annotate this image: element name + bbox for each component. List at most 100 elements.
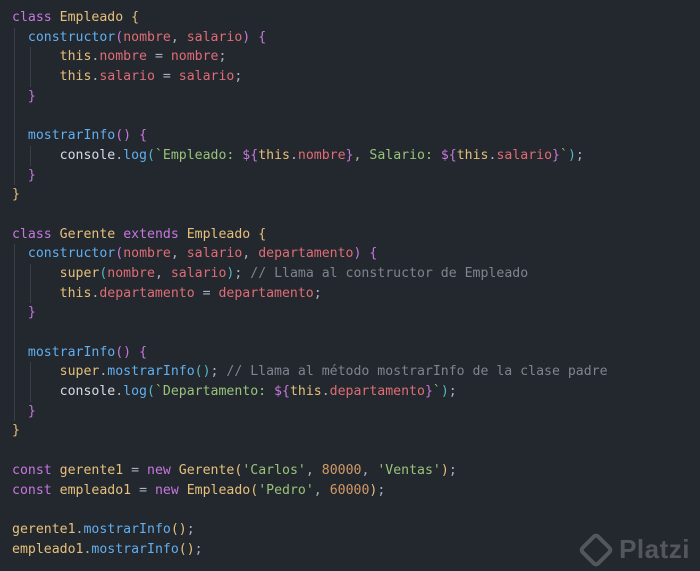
indent-guide — [30, 145, 31, 166]
log-method: log — [123, 147, 147, 163]
param: nombre — [123, 29, 171, 45]
variable-name: empleado1 — [59, 482, 132, 498]
template-string: , Salario: — [353, 147, 441, 163]
keyword-class: class — [12, 10, 52, 25]
indent-guide — [30, 283, 31, 304]
code-line-14: super(nombre, salario); // Llama al cons… — [12, 263, 700, 284]
indent-guide — [30, 47, 31, 68]
code-line-5: } — [12, 86, 700, 107]
method-name: mostrarInfo — [27, 344, 116, 360]
code-line-20: console.log(`Departamento: ${this.depart… — [12, 382, 700, 402]
property: nombre — [99, 49, 147, 65]
value: salario — [178, 69, 235, 85]
class-name: Gerente — [178, 462, 235, 478]
value: nombre — [170, 49, 219, 65]
code-line-15: this.departamento = departamento; — [12, 283, 700, 304]
indent-guide — [14, 342, 15, 363]
indent-guide — [14, 283, 15, 304]
parent-class-name: Empleado — [186, 226, 251, 242]
keyword-const: const — [12, 482, 52, 498]
indent-guide — [30, 382, 31, 402]
value: departamento — [218, 285, 314, 301]
code-line-3: this.nombre = nombre; — [12, 47, 700, 68]
watermark-text: Platzi — [619, 534, 690, 564]
code-line-24: const gerente1 = new Gerente('Carlos', 8… — [12, 462, 457, 478]
brace: { — [369, 246, 378, 262]
indent-guide — [14, 303, 15, 323]
variable-name: empleado1 — [12, 541, 84, 557]
code-line-4: this.salario = salario; — [12, 67, 700, 87]
indent-guide — [14, 126, 15, 146]
code-block[interactable]: class Empleado { constructor(nombre, sal… — [12, 8, 700, 559]
number-arg: 60000 — [329, 482, 370, 498]
indent-guide — [14, 86, 15, 107]
keyword-extends: extends — [123, 226, 179, 242]
brace: { — [139, 128, 148, 144]
code-line-6 — [12, 106, 700, 127]
brace: } — [27, 305, 36, 321]
argument: nombre — [107, 265, 155, 281]
class-name: Empleado — [59, 10, 124, 25]
param: salario — [186, 246, 243, 262]
method-name: mostrarInfo — [27, 128, 116, 144]
param: departamento — [258, 246, 354, 262]
method-call: mostrarInfo — [83, 521, 171, 537]
comment: // Llama al constructor de Empleado — [250, 265, 529, 281]
keyword-const: const — [12, 462, 52, 478]
indent-guide — [30, 263, 31, 284]
string-arg: 'Carlos' — [242, 462, 306, 478]
method-name: constructor — [27, 246, 116, 262]
keyword-class: class — [12, 226, 52, 242]
template-string: ` — [432, 384, 441, 400]
code-editor[interactable]: class Empleado { constructor(nombre, sal… — [0, 0, 700, 571]
indent-guide — [14, 67, 15, 87]
this-keyword: this — [258, 147, 290, 163]
string-arg: 'Ventas' — [377, 462, 441, 478]
param: nombre — [123, 246, 171, 262]
brace: } — [27, 403, 36, 419]
indent-guide — [14, 27, 15, 48]
template-string: ` — [559, 147, 568, 163]
code-line-1: class Empleado { — [12, 8, 700, 28]
string-arg: 'Pedro' — [258, 482, 314, 498]
code-line-10: } — [12, 185, 700, 205]
platzi-logo-icon — [577, 531, 615, 568]
argument: salario — [170, 265, 227, 281]
method-call: mostrarInfo — [107, 364, 195, 380]
param: salario — [186, 29, 243, 45]
log-method: log — [123, 384, 147, 400]
brace: } — [27, 88, 36, 104]
code-line-2: constructor(nombre, salario) { — [12, 27, 700, 48]
variable-name: gerente1 — [12, 521, 76, 537]
console-object: console — [59, 147, 116, 163]
class-name: Gerente — [59, 226, 116, 242]
variable-name: gerente1 — [59, 462, 124, 478]
indent-guide — [14, 401, 15, 422]
template-string: `Departamento: — [154, 384, 275, 400]
template-string: `Empleado: — [154, 147, 243, 163]
method-name: constructor — [27, 29, 116, 45]
code-line-13: constructor(nombre, salario, departament… — [12, 244, 700, 264]
brace: { — [131, 10, 140, 25]
this-keyword: this — [59, 49, 92, 65]
property: salario — [99, 69, 155, 85]
number-arg: 80000 — [321, 462, 362, 478]
code-line-8: console.log(`Empleado: ${this.nombre}, S… — [12, 145, 700, 166]
indent-guide — [14, 362, 15, 383]
keyword-new: new — [154, 482, 179, 498]
code-line-22: } — [12, 421, 700, 441]
code-line-17 — [12, 323, 700, 343]
indent-guide — [14, 145, 15, 166]
brace: { — [258, 226, 267, 242]
super-keyword: super — [59, 364, 100, 380]
indent-guide — [30, 67, 31, 87]
property: departamento — [329, 384, 425, 400]
code-line-7: mostrarInfo() { — [12, 126, 700, 146]
indent-guide — [14, 244, 15, 264]
indent-guide — [30, 362, 31, 383]
console-object: console — [59, 384, 116, 400]
code-line-12: class Gerente extends Empleado { — [12, 225, 700, 245]
